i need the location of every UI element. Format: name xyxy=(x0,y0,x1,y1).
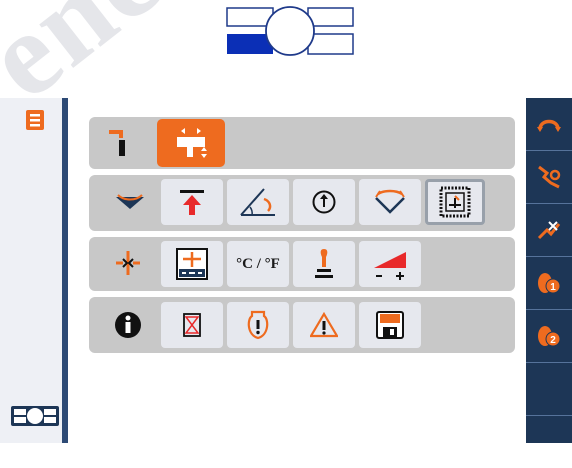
top-limit-button[interactable] xyxy=(161,179,223,225)
timer-icon xyxy=(183,313,201,337)
top-limit-icon xyxy=(180,190,204,215)
pto-button[interactable] xyxy=(97,245,159,281)
software-version-button[interactable] xyxy=(359,302,421,348)
warning-engine-icon xyxy=(247,310,269,340)
volume-button[interactable] xyxy=(359,241,421,287)
row-implement xyxy=(89,175,515,231)
row-settings: °C / °F xyxy=(89,237,515,291)
empty-button-2[interactable] xyxy=(526,416,572,468)
temperature-unit-button[interactable]: °C / °F xyxy=(227,241,289,287)
hitch-icon xyxy=(109,130,125,156)
sensor-icon xyxy=(439,186,471,218)
gauge-icon xyxy=(312,190,336,214)
machine-logo xyxy=(226,6,354,56)
empty-button-1[interactable] xyxy=(526,363,572,416)
joystick-icon xyxy=(315,249,333,278)
gauge-button[interactable] xyxy=(293,179,355,225)
left-sidebar-strip xyxy=(62,98,68,443)
info-button[interactable] xyxy=(97,307,159,343)
home-logo-icon[interactable] xyxy=(10,404,60,428)
left-sidebar xyxy=(0,98,68,443)
volume-icon xyxy=(374,252,406,280)
lower-button[interactable] xyxy=(99,184,161,220)
sensor-button[interactable] xyxy=(425,179,485,225)
angle-icon xyxy=(240,188,275,216)
right-toolbar: 1 2 xyxy=(526,98,572,443)
reel-1-icon: 1 xyxy=(538,273,561,294)
reel-2-button[interactable]: 2 xyxy=(526,310,572,363)
swing-button[interactable] xyxy=(359,179,421,225)
warning-button[interactable] xyxy=(293,302,355,348)
svg-text:2: 2 xyxy=(550,335,556,346)
lower-icon xyxy=(116,194,144,209)
tool-1-button[interactable] xyxy=(526,151,572,204)
temperature-unit-label: °C / °F xyxy=(236,255,280,272)
row-hydraulics xyxy=(89,117,515,169)
reel-2-icon: 2 xyxy=(538,326,561,347)
tool-2-icon xyxy=(537,221,561,240)
info-icon xyxy=(115,312,141,338)
row-info xyxy=(89,297,515,353)
svg-text:1: 1 xyxy=(550,282,556,293)
warning-icon xyxy=(310,312,338,338)
tool-1-icon xyxy=(538,165,561,189)
valve-control-icon xyxy=(177,128,207,158)
rotate-button[interactable] xyxy=(526,98,572,151)
display-setup-icon xyxy=(176,248,208,280)
software-version-icon xyxy=(376,311,404,339)
pto-icon xyxy=(116,251,140,275)
valve-control-button[interactable] xyxy=(157,119,225,167)
joystick-button[interactable] xyxy=(293,241,355,287)
rotate-icon xyxy=(537,119,561,132)
menu-list-icon[interactable] xyxy=(24,108,46,132)
tool-2-button[interactable] xyxy=(526,204,572,257)
swing-icon xyxy=(375,189,405,214)
timer-button[interactable] xyxy=(161,302,223,348)
reel-1-button[interactable]: 1 xyxy=(526,257,572,310)
angle-button[interactable] xyxy=(227,179,289,225)
display-setup-button[interactable] xyxy=(161,241,223,287)
warning-engine-button[interactable] xyxy=(227,302,289,348)
